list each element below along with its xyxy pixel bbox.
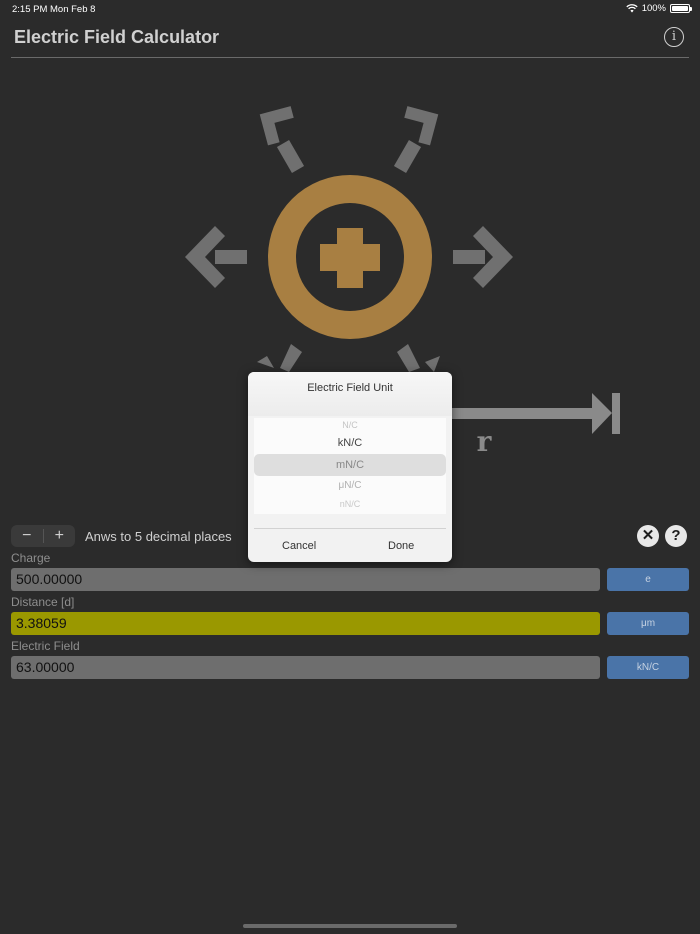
increase-decimals-button[interactable]: +: [43, 525, 75, 547]
distance-unit-button[interactable]: μm: [607, 612, 689, 635]
arrow-up-right-icon: [393, 106, 439, 174]
home-indicator[interactable]: [243, 924, 457, 928]
clear-button[interactable]: ✕: [637, 525, 659, 547]
unit-picker[interactable]: N/C kN/C mN/C μN/C nN/C: [254, 418, 446, 514]
done-button[interactable]: Done: [388, 540, 414, 552]
status-time: 2:15 PM: [12, 4, 48, 15]
decimal-stepper: − +: [11, 525, 75, 547]
picker-option-selected[interactable]: mN/C: [254, 459, 446, 471]
picker-option[interactable]: kN/C: [254, 437, 446, 449]
arrow-right-icon: [453, 226, 513, 288]
wifi-icon: [626, 4, 638, 13]
distance-label-text: Distance [d]: [11, 595, 75, 609]
arrow-left-icon: [185, 226, 247, 288]
decimal-places-label: Anws to 5 decimal places: [85, 528, 232, 544]
charge-input[interactable]: 500.00000: [11, 568, 600, 591]
dialog-divider: [254, 528, 446, 529]
arrow-down-left-icon: [257, 344, 302, 372]
charge-label: Charge: [11, 551, 51, 565]
status-indicators: 100%: [626, 3, 692, 14]
battery-icon: [670, 4, 692, 13]
header-divider: [11, 57, 689, 58]
charge-unit-button[interactable]: e: [607, 568, 689, 591]
dialog-header: [248, 372, 452, 416]
picker-option[interactable]: μN/C: [254, 480, 446, 491]
info-icon[interactable]: i: [664, 27, 684, 47]
electric-field-unit-button[interactable]: kN/C: [607, 656, 689, 679]
decrease-decimals-button[interactable]: −: [11, 525, 43, 547]
distance-input[interactable]: 3.38059: [11, 612, 600, 635]
electric-field-input[interactable]: 63.00000: [11, 656, 600, 679]
distance-label: r: [477, 425, 493, 458]
distance-arrow: [450, 393, 620, 434]
status-bar: 2:15 PM Mon Feb 8 100%: [0, 0, 700, 18]
electric-field-label: Electric Field: [11, 639, 80, 653]
plus-icon: [320, 228, 380, 288]
unit-picker-dialog: Electric Field Unit N/C kN/C mN/C μN/C n…: [248, 372, 452, 562]
page-title: Electric Field Calculator: [14, 27, 220, 47]
arrow-up-left-icon: [259, 106, 305, 174]
cancel-button[interactable]: Cancel: [282, 540, 316, 552]
status-date: Mon Feb 8: [50, 4, 96, 15]
help-button[interactable]: ?: [665, 525, 687, 547]
precision-controls: − + Anws to 5 decimal places: [11, 525, 232, 547]
picker-option[interactable]: nN/C: [254, 499, 446, 509]
picker-option[interactable]: N/C: [254, 420, 446, 430]
battery-percent: 100%: [641, 3, 666, 14]
dialog-title: Electric Field Unit: [307, 382, 393, 394]
arrow-down-right-icon: [397, 344, 440, 372]
